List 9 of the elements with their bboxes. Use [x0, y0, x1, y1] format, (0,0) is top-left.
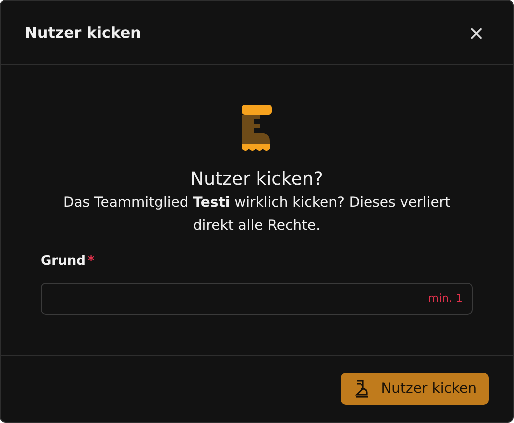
character-counter: min. 1: [428, 292, 463, 305]
dialog-title: Nutzer kicken: [25, 24, 142, 42]
kick-button[interactable]: Nutzer kicken: [341, 373, 489, 405]
confirmation-message: Das Teammitglied Testi wirklich kicken? Dieses verliert direkt alle Rechte.: [62, 194, 452, 236]
close-button[interactable]: ×: [464, 20, 489, 44]
dialog-heading: Nutzer kicken?: [190, 169, 324, 190]
reason-input-field[interactable]: [41, 283, 473, 315]
field-label: Grund: [41, 254, 86, 269]
required-mark: *: [88, 254, 95, 269]
